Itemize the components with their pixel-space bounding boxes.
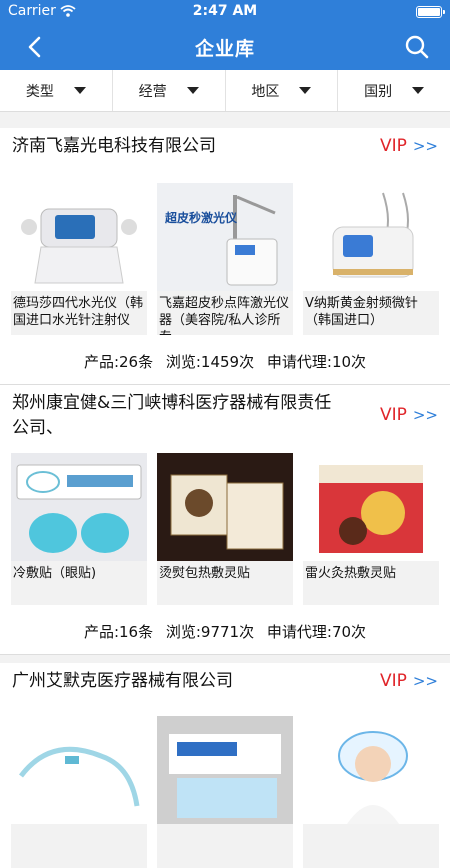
company-card[interactable]: 郑州康宜健&三门峡博科医疗器械有限责任公司、 VIP >> 冷敷贴（眼贴) 烫熨… — [0, 385, 450, 655]
product-name: 雷火灸热敷灵贴 — [303, 561, 439, 605]
vip-label: VIP — [379, 671, 407, 691]
vip-link[interactable]: VIP >> — [380, 405, 438, 425]
filter-bar: 类型 经营 地区 国别 — [0, 70, 450, 112]
status-bar: Carrier 2:47 AM — [0, 0, 450, 24]
agent-request-count: 申请代理:70次 — [266, 623, 367, 641]
double-chevron-right-icon: >> — [412, 406, 438, 424]
double-chevron-right-icon: >> — [412, 672, 438, 690]
product-name: 烫熨包热敷灵贴 — [157, 561, 293, 605]
company-stats: 产品:16条 浏览:9771次 申请代理:70次 — [0, 605, 450, 655]
section-divider — [0, 655, 450, 663]
product-card[interactable]: 超皮秒激光仪 飞嘉超皮秒点阵激光仪器（美容院/私人诊所专 — [157, 183, 293, 335]
product-image — [11, 183, 147, 291]
product-name — [11, 824, 147, 868]
vip-link[interactable]: VIP >> — [380, 136, 438, 156]
company-stats: 产品:26条 浏览:1459次 申请代理:10次 — [0, 335, 450, 385]
page-title: 企业库 — [194, 38, 255, 60]
product-card[interactable]: 冷敷贴（眼贴) — [11, 453, 147, 605]
nav-bar: 企业库 — [0, 24, 450, 70]
company-name[interactable]: 广州艾默克医疗器械有限公司 — [12, 669, 342, 694]
product-card[interactable]: 烫熨包热敷灵贴 — [157, 453, 293, 605]
filter-region[interactable]: 地区 — [226, 70, 339, 111]
product-image-caption: 超皮秒激光仪 — [165, 211, 238, 225]
product-card[interactable]: V纳斯黄金射频微针（韩国进口） — [303, 183, 439, 335]
caret-down-icon — [412, 87, 425, 94]
search-icon[interactable] — [404, 34, 430, 60]
company-name[interactable]: 济南飞嘉光电科技有限公司 — [12, 134, 342, 159]
product-name: 飞嘉超皮秒点阵激光仪器（美容院/私人诊所专 — [157, 291, 293, 335]
product-image — [11, 453, 147, 561]
product-card[interactable]: 雷火灸热敷灵贴 — [303, 453, 439, 605]
product-name — [157, 824, 293, 868]
product-image — [303, 716, 439, 824]
company-list: 济南飞嘉光电科技有限公司 VIP >> 德玛莎四代水光仪（韩国进口水光针注射仪 … — [0, 128, 450, 868]
product-name: V纳斯黄金射频微针（韩国进口） — [303, 291, 439, 335]
vip-link[interactable]: VIP >> — [380, 671, 438, 691]
filter-label: 国别 — [364, 83, 393, 100]
caret-down-icon — [186, 87, 199, 94]
product-image — [11, 716, 147, 824]
product-row: 冷敷贴（眼贴) 烫熨包热敷灵贴 雷火灸热敷灵贴 — [0, 453, 450, 605]
product-image — [157, 453, 293, 561]
battery-icon — [416, 6, 445, 18]
product-name: 德玛莎四代水光仪（韩国进口水光针注射仪 — [11, 291, 147, 335]
product-name — [303, 824, 439, 868]
caret-down-icon — [299, 87, 312, 94]
status-time: 2:47 AM — [192, 3, 258, 19]
product-count: 产品:26条 — [83, 353, 154, 371]
vip-label: VIP — [379, 136, 407, 156]
company-card[interactable]: 广州艾默克医疗器械有限公司 VIP >> — [0, 663, 450, 868]
filter-type[interactable]: 类型 — [0, 70, 113, 111]
product-image — [157, 716, 293, 824]
product-name: 冷敷贴（眼贴) — [11, 561, 147, 605]
agent-request-count: 申请代理:10次 — [266, 353, 367, 371]
product-card[interactable]: 德玛莎四代水光仪（韩国进口水光针注射仪 — [11, 183, 147, 335]
product-image: 超皮秒激光仪 — [157, 183, 293, 291]
product-image — [303, 453, 439, 561]
filter-country[interactable]: 国别 — [338, 70, 450, 111]
vip-label: VIP — [379, 405, 407, 425]
company-name[interactable]: 郑州康宜健&三门峡博科医疗器械有限责任公司、 — [12, 391, 342, 441]
product-count: 产品:16条 — [83, 623, 154, 641]
product-card[interactable] — [303, 716, 439, 868]
filter-label: 类型 — [25, 83, 54, 100]
view-count: 浏览:1459次 — [165, 353, 255, 371]
caret-down-icon — [73, 87, 86, 94]
view-count: 浏览:9771次 — [165, 623, 255, 641]
product-image — [303, 183, 439, 291]
company-card[interactable]: 济南飞嘉光电科技有限公司 VIP >> 德玛莎四代水光仪（韩国进口水光针注射仪 … — [0, 128, 450, 385]
filter-label: 经营 — [138, 83, 167, 100]
product-row: 德玛莎四代水光仪（韩国进口水光针注射仪 超皮秒激光仪 飞嘉超皮秒点阵激光仪器（美… — [0, 183, 450, 335]
filter-label: 地区 — [251, 83, 280, 100]
product-card[interactable] — [11, 716, 147, 868]
double-chevron-right-icon: >> — [412, 137, 438, 155]
filter-business[interactable]: 经营 — [113, 70, 226, 111]
product-card[interactable] — [157, 716, 293, 868]
product-row — [0, 716, 450, 868]
